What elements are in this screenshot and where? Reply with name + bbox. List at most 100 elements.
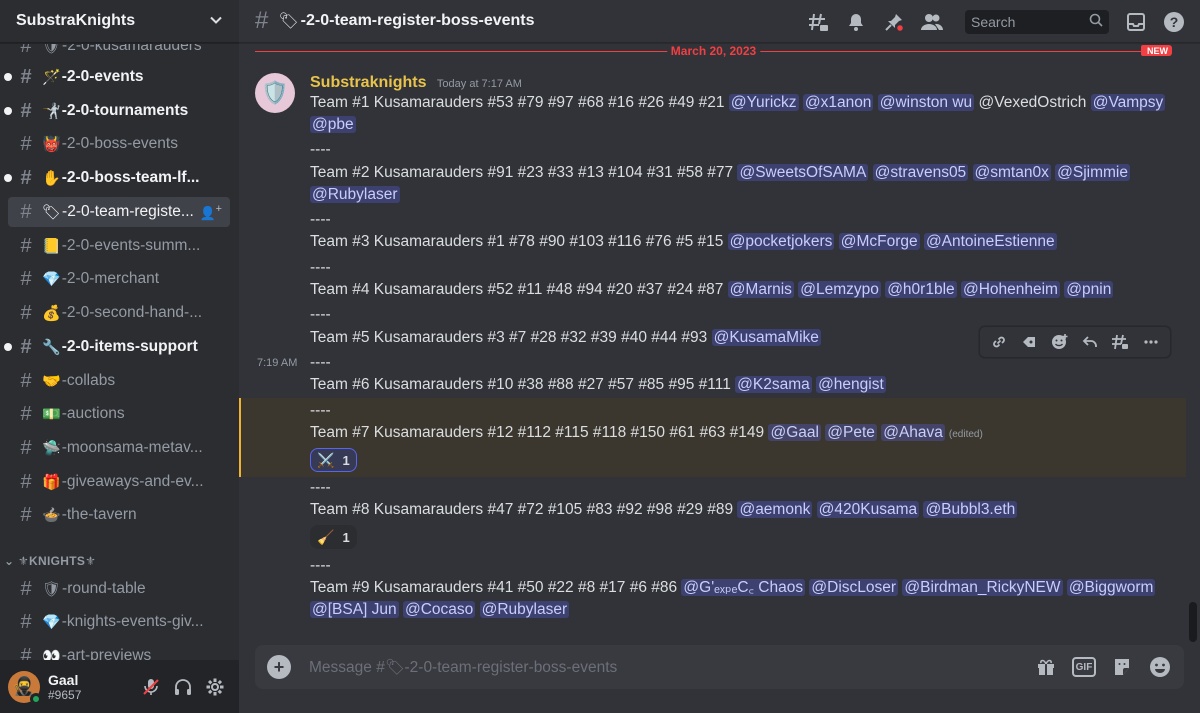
headphones-icon[interactable] <box>167 671 199 703</box>
team-text: Team #7 Kusamarauders #12 #112 #115 #118… <box>310 424 769 441</box>
reply-icon[interactable] <box>1078 330 1102 354</box>
separator-text: ---- <box>310 259 331 276</box>
user-mention[interactable]: @Pete <box>825 424 877 441</box>
user-mention[interactable]: @winston wu <box>877 94 975 111</box>
search-input[interactable]: Search <box>965 9 1109 34</box>
channel-emoji: 💰 <box>42 305 61 322</box>
more-options-icon[interactable] <box>1139 330 1163 354</box>
user-mention[interactable]: @hengist <box>816 376 886 393</box>
user-mention[interactable]: @Marnis <box>727 281 794 298</box>
user-mention[interactable]: @aemonk <box>737 501 813 518</box>
user-mention[interactable]: @Cocaso <box>402 601 476 618</box>
user-mention[interactable]: @Lemzypo <box>798 281 881 298</box>
user-mention[interactable]: @SweetsOfSAMA <box>737 164 869 181</box>
user-mention[interactable]: @Sjimmie <box>1055 164 1130 181</box>
user-mention[interactable]: @K2sama <box>735 376 812 393</box>
user-mention[interactable]: @x1anon <box>802 94 874 111</box>
emoji-picker-icon[interactable] <box>1148 655 1172 679</box>
sidebar-item-channel[interactable]: # 💎 -2-0-merchant <box>8 264 230 294</box>
author-avatar[interactable]: 🛡️ <box>255 73 295 113</box>
user-mention[interactable]: @Rubylaser <box>310 186 400 203</box>
sidebar-item-channel[interactable]: # 💰 -2-0-second-hand-... <box>8 298 230 328</box>
sidebar-item-channel[interactable]: # 💵 -auctions <box>8 399 230 429</box>
bell-icon[interactable] <box>844 10 868 34</box>
sidebar-item-channel[interactable]: # 👹 -2-0-boss-events <box>8 129 230 159</box>
sidebar-item-channel[interactable]: # 🏷 -2-0-team-registe... 👤+ <box>8 197 230 227</box>
user-mention[interactable]: @h0r1ble <box>885 281 957 298</box>
user-names[interactable]: Gaal #9657 <box>48 672 135 702</box>
user-mention[interactable]: @pnin <box>1064 281 1114 298</box>
sidebar-item-channel[interactable]: # 🤝 -collabs <box>8 366 230 396</box>
sidebar-item-channel[interactable]: # 🪄 -2-0-events <box>4 62 230 92</box>
team-text: Team #9 Kusamarauders #41 #50 #22 #8 #17… <box>310 579 682 596</box>
reaction-swords[interactable]: ⚔️ 1 <box>310 448 357 472</box>
sidebar-item-knight-channel[interactable]: # 👀 -art-previews <box>8 641 230 660</box>
help-icon[interactable]: ? <box>1162 10 1186 34</box>
sidebar-item-channel[interactable]: # 🎁 -giveaways-and-ev... <box>8 467 230 497</box>
user-mention[interactable]: @Birdman_RickyNEW <box>902 579 1063 596</box>
user-mention[interactable]: @Bubbl3.eth <box>923 501 1018 518</box>
user-mention[interactable]: @smtan0x <box>972 164 1051 181</box>
threads-icon[interactable] <box>806 10 830 34</box>
channel-emoji: 💎 <box>42 271 61 288</box>
user-mention[interactable]: @Vampsy <box>1090 94 1166 111</box>
category-header[interactable]: ⌄ ⚜KNIGHTS⚜ <box>4 554 96 568</box>
sticker-icon[interactable] <box>1110 655 1134 679</box>
user-mention[interactable]: @G'ₑₓₚₑC꜀ Chaos <box>681 579 806 596</box>
hashtag-icon: # <box>20 133 32 155</box>
author-name[interactable]: Substraknights <box>310 74 426 91</box>
add-attachment-icon[interactable]: + <box>267 655 291 679</box>
gif-button[interactable]: GIF <box>1072 655 1096 679</box>
sidebar-item-channel[interactable]: # ✋ -2-0-boss-team-lf... <box>4 163 230 193</box>
user-mention[interactable]: @stravens05 <box>872 164 969 181</box>
sidebar-item-channel[interactable]: # 🔧 -2-0-items-support <box>4 332 230 362</box>
user-mention[interactable]: @pocketjokers <box>727 233 835 250</box>
sidebar-item-channel[interactable]: # 🍲 -the-tavern <box>8 500 230 530</box>
gift-icon[interactable] <box>1034 655 1058 679</box>
add-reaction-icon[interactable] <box>1048 330 1072 354</box>
sidebar-item-knight-channel[interactable]: # 🛡 -round-table <box>8 574 230 604</box>
status-online-icon <box>30 692 42 705</box>
user-mention[interactable]: @Ahava <box>881 424 945 441</box>
user-mention[interactable]: @Biggworm <box>1066 579 1156 596</box>
user-mention[interactable]: @420Kusama <box>816 501 920 518</box>
create-thread-icon[interactable] <box>1108 330 1132 354</box>
channel-title: -2-0-team-register-boss-events <box>300 12 535 29</box>
user-mention[interactable]: @DiscLoser <box>809 579 899 596</box>
mute-microphone-icon[interactable] <box>135 671 167 703</box>
members-icon[interactable] <box>920 10 944 34</box>
user-mention[interactable]: @McForge <box>838 233 920 250</box>
sidebar-item-channel[interactable]: # 🤺 -2-0-tournaments <box>4 96 230 126</box>
channel-label: -knights-events-giv... <box>61 613 204 630</box>
hashtag-icon: # <box>20 302 32 324</box>
gear-icon[interactable] <box>199 671 231 703</box>
message-scrollbar[interactable] <box>1186 44 1200 644</box>
message-input[interactable]: Message #🏷-2-0-team-register-boss-events <box>309 658 1020 677</box>
sidebar-item-channel[interactable]: # 🛸 -moonsama-metav... <box>8 433 230 463</box>
user-mention[interactable]: @Rubylaser <box>479 601 570 618</box>
user-mention[interactable]: @AntoineEstienne <box>923 233 1057 250</box>
user-mention[interactable]: @Gaal <box>768 424 821 441</box>
sidebar-item-channel[interactable]: # 📒 -2-0-events-summ... <box>8 231 230 261</box>
pin-icon[interactable] <box>882 10 906 34</box>
user-mention[interactable]: @KusamaMike <box>711 329 821 346</box>
separator-text: ---- <box>310 402 331 419</box>
sidebar-item-knight-channel[interactable]: # 💎 -knights-events-giv... <box>8 607 230 637</box>
channel-label: -2-0-items-support <box>61 338 198 355</box>
scrollbar-thumb[interactable] <box>1189 602 1197 642</box>
tag-icon[interactable] <box>1017 330 1041 354</box>
link-icon[interactable] <box>987 330 1011 354</box>
reaction-broom[interactable]: 🧹 1 <box>310 525 357 549</box>
avatar[interactable]: 🥷 <box>8 670 42 705</box>
user-mention[interactable]: @[BSA] Jun <box>310 601 399 618</box>
channel-label: -moonsama-metav... <box>61 439 203 456</box>
inbox-icon[interactable] <box>1124 10 1148 34</box>
user-mention[interactable]: @pbe <box>310 116 356 133</box>
user-mention[interactable]: @Yurickz <box>728 94 799 111</box>
server-header[interactable]: SubstraKnights <box>0 0 239 43</box>
server-name: SubstraKnights <box>16 12 136 29</box>
sidebar-item-channel[interactable]: # 🛡 -2-0-kusamarauders <box>8 44 230 61</box>
add-member-icon[interactable]: 👤+ <box>199 203 222 221</box>
team-line: Team #7 Kusamarauders #12 #112 #115 #118… <box>310 422 1180 446</box>
user-mention[interactable]: @Hohenheim <box>960 281 1060 298</box>
